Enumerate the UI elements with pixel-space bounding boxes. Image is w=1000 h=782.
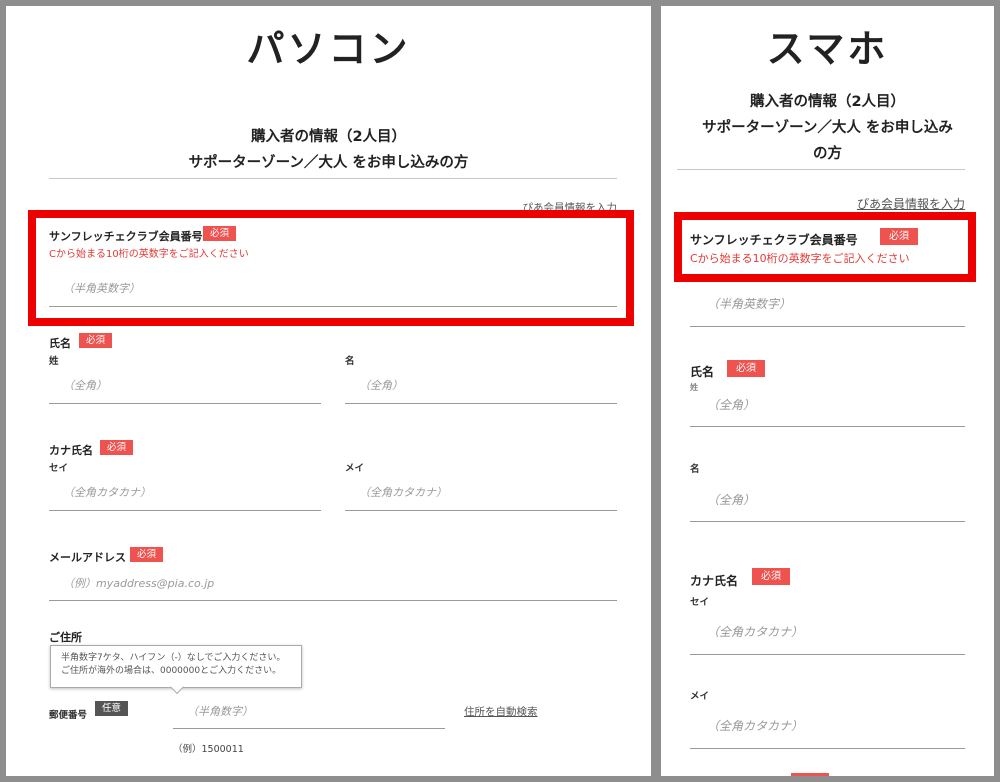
sp-name-required-badge: 必須 <box>727 360 765 377</box>
sp-sei-input[interactable]: （全角） <box>707 396 755 413</box>
pc-kana-sei-underline <box>49 510 321 511</box>
sp-pia-member-link[interactable]: ぴあ会員情報を入力 <box>857 195 965 212</box>
sp-kana-mei-underline <box>690 748 965 749</box>
sp-kana-sei-input[interactable]: （全角カタカナ） <box>707 623 803 640</box>
sp-kana-mei-label: メイ <box>690 691 710 702</box>
sp-kana-sei-underline <box>690 654 965 655</box>
pc-postal-input[interactable]: （半角数字） <box>187 703 253 719</box>
pc-sei-input[interactable]: （全角） <box>63 377 107 393</box>
pc-email-input[interactable]: （例）myaddress@pia.co.jp <box>63 575 214 591</box>
pc-sei-label: 姓 <box>49 356 59 367</box>
pc-postal-label: 郵便番号 <box>49 710 88 721</box>
pc-postal-underline <box>173 728 445 729</box>
sp-section-title-line3: の方 <box>813 146 842 162</box>
pc-title: パソコン <box>246 27 411 71</box>
pc-name-label: 氏名 <box>49 337 71 350</box>
sp-name-label: 氏名 <box>690 365 715 379</box>
pc-kana-sei-label: セイ <box>49 463 69 474</box>
sp-member-required-badge: 必須 <box>880 228 918 245</box>
pc-email-label: メールアドレス <box>49 551 126 564</box>
pc-kana-name-label: カナ氏名 <box>49 444 93 457</box>
pc-email-underline <box>49 600 617 601</box>
pc-mei-underline <box>345 403 617 404</box>
sp-kana-mei-input[interactable]: （全角カタカナ） <box>707 717 803 734</box>
sp-title: スマホ <box>766 27 889 71</box>
sp-panel: スマホ 購入者の情報（2人目） サポーターゾーン／大人 をお申し込み の方 ぴあ… <box>661 6 994 776</box>
sp-mei-label: 名 <box>690 464 700 475</box>
sp-kana-name-label: カナ氏名 <box>690 574 739 588</box>
sp-mei-input[interactable]: （全角） <box>707 491 755 508</box>
pc-section-title-line1: 購入者の情報（2人目） <box>250 129 407 145</box>
pc-member-number-input[interactable]: （半角英数字） <box>63 280 140 296</box>
pc-kana-required-badge: 必須 <box>100 440 134 455</box>
sp-member-number-label: サンフレッチェクラブ会員番号 <box>690 233 858 247</box>
pc-tooltip-line1: 半角数字7ケタ、ハイフン（-）なしでご入力ください。 <box>61 653 286 663</box>
sp-section-title: 購入者の情報（2人目） サポーターゾーン／大人 をお申し込み の方 <box>661 89 994 167</box>
sp-section-title-line1: 購入者の情報（2人目） <box>749 94 906 110</box>
pc-kana-mei-label: メイ <box>345 463 365 474</box>
pc-member-error-text: Cから始まる10桁の英数字をご記入ください <box>49 249 249 260</box>
sp-section-divider <box>677 169 965 170</box>
pc-sei-underline <box>49 403 321 404</box>
sp-kana-sei-label: セイ <box>690 597 710 608</box>
pc-address-label: ご住所 <box>49 631 82 644</box>
pc-mei-label: 名 <box>345 356 355 367</box>
pc-member-number-label: サンフレッチェクラブ会員番号 <box>49 230 203 243</box>
sp-next-badge-peek <box>791 773 829 776</box>
sp-kana-required-badge: 必須 <box>752 568 790 585</box>
pc-name-required-badge: 必須 <box>79 333 113 348</box>
sp-mei-underline <box>690 521 965 522</box>
sp-sei-underline <box>690 426 965 427</box>
pc-postal-optional-badge: 任意 <box>95 701 129 716</box>
sp-member-input-underline <box>690 326 965 327</box>
pc-tooltip-line2: ご住所が海外の場合は、0000000とご入力ください。 <box>61 666 282 676</box>
pc-section-divider <box>49 178 617 179</box>
sp-member-number-input[interactable]: （半角英数字） <box>707 295 791 312</box>
sp-section-title-line2: サポーターゾーン／大人 をお申し込み <box>702 120 953 136</box>
sp-sei-label: 姓 <box>690 383 698 392</box>
pc-member-required-badge: 必須 <box>203 226 237 241</box>
pc-email-required-badge: 必須 <box>130 547 164 562</box>
pc-panel: パソコン 購入者の情報（2人目） サポーターゾーン／大人 をお申し込みの方 ぴあ… <box>6 6 651 776</box>
pc-postal-example: （例）1500011 <box>173 744 244 755</box>
sp-member-error-text: Cから始まる10桁の英数字をご記入ください <box>690 252 910 265</box>
pc-section-title-line2: サポーターゾーン／大人 をお申し込みの方 <box>188 155 469 171</box>
pc-kana-mei-underline <box>345 510 617 511</box>
pc-section-title: 購入者の情報（2人目） サポーターゾーン／大人 をお申し込みの方 <box>6 124 651 176</box>
pc-member-input-underline <box>49 306 617 307</box>
pc-kana-mei-input[interactable]: （全角カタカナ） <box>359 484 447 500</box>
pc-kana-sei-input[interactable]: （全角カタカナ） <box>63 484 151 500</box>
pc-mei-input[interactable]: （全角） <box>359 377 403 393</box>
pc-postal-search-link[interactable]: 住所を自動検索 <box>464 704 538 719</box>
